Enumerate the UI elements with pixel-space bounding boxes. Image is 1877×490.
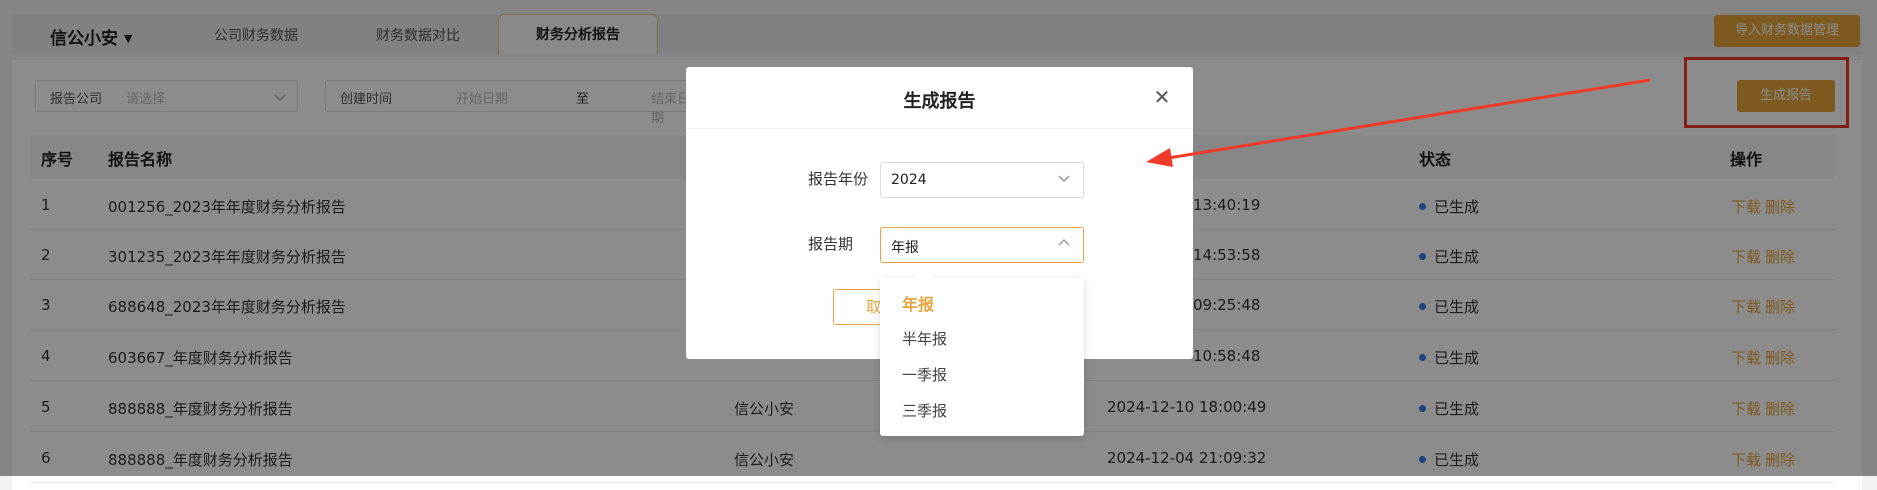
annotation-arrow bbox=[1146, 78, 1651, 167]
